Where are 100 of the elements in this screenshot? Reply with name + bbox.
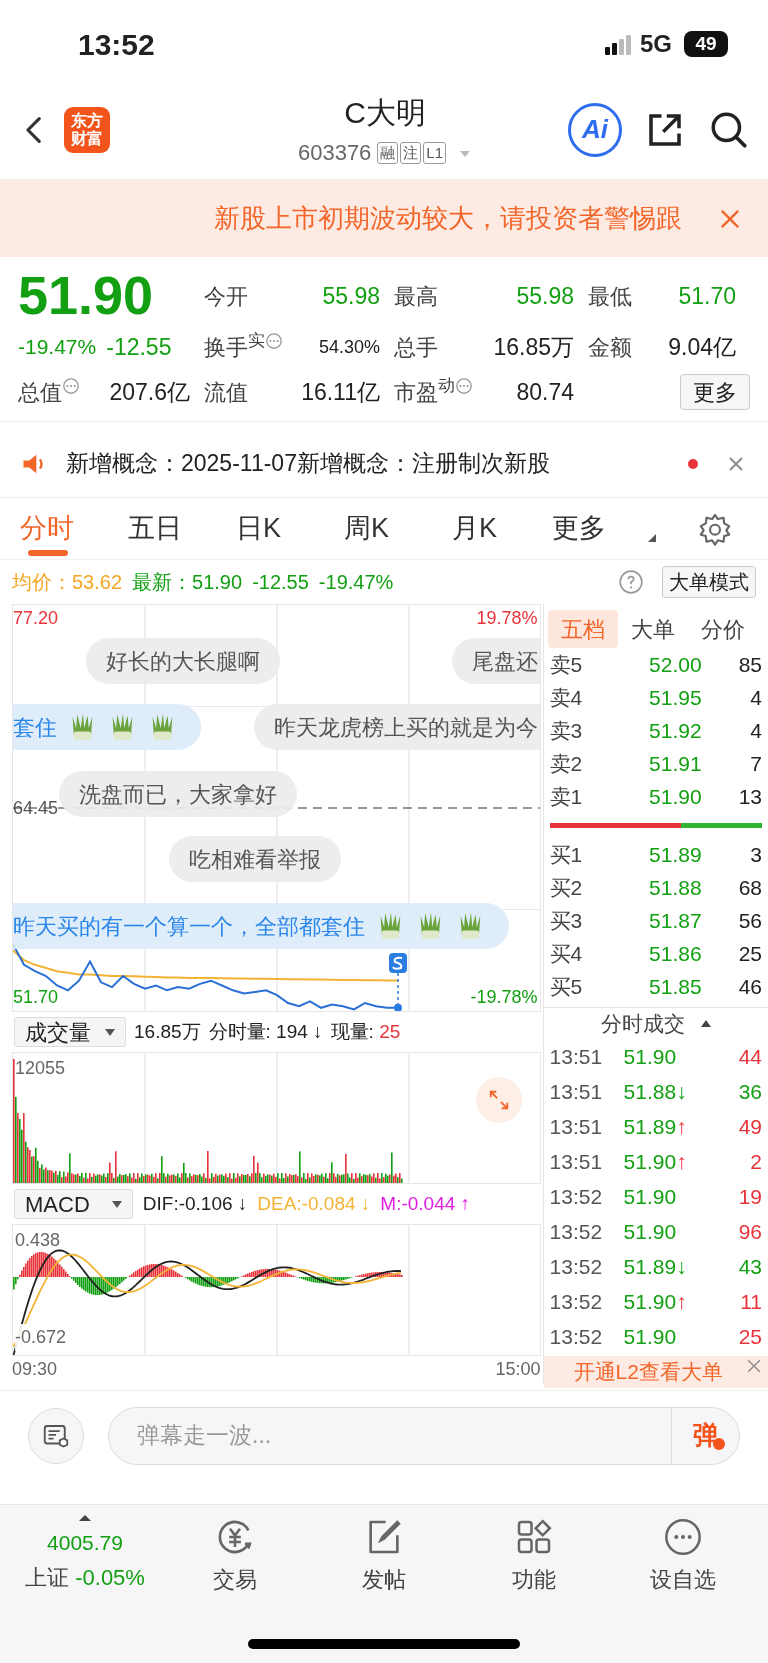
trade-volume: 44 [738,1043,762,1070]
caret-icon [105,1028,115,1036]
nav-item[interactable]: 交易 [160,1513,310,1605]
ai-button[interactable]: Ai [568,102,622,157]
level-price: 51.95 [648,684,702,711]
last-price: 51.90 [18,267,155,325]
axis-label: 77.20 [13,607,59,630]
settings-icon[interactable] [698,511,732,546]
trade-volume: 11 [740,1288,762,1315]
stat-value: 9.04亿 [668,332,736,362]
more-button[interactable]: 更多 [680,374,750,410]
order-book-tab[interactable]: 大单 [617,610,688,648]
stat-value: 80.74 [516,377,574,407]
comment-text: 昨天龙虎榜上买的就是为今 [273,713,538,742]
more-icon [663,1517,704,1557]
trade-volume: 25 [738,1323,762,1350]
trade-price: 51.88↓ [623,1078,687,1105]
notice-text: 新增概念：2025-11-07新增概念：注册制次新股 [66,449,550,479]
stat-label: 最高 [394,282,438,311]
trade-time: 13:52 [549,1253,604,1280]
current-volume: 现量: 25 [330,1019,401,1044]
chart-tab[interactable]: 日K [236,497,344,560]
stat-value: 16.11亿 [301,377,380,407]
level-label: 买4 [549,940,584,967]
badge: 融 [377,141,399,164]
stat-value: 55.98 [516,281,574,311]
level-price: 51.89 [648,841,702,868]
trade-price: 51.89↓ [623,1253,687,1280]
order-book-tab[interactable]: 分价 [687,610,758,648]
axis-label: -19.78% [470,986,538,1009]
change-percent: -19.47% [318,570,394,595]
trade-time: 13:51 [549,1043,604,1070]
stat-label: 流值 [204,378,248,407]
level-label: 卖1 [549,783,584,810]
comment-text: 洗盘而已，大家拿好 [79,780,277,809]
level-price: 51.86 [648,940,702,967]
ellipsis-circle-icon[interactable] [455,377,473,395]
stat-value: 55.98 [322,281,380,311]
chart-tab[interactable]: 更多 [552,497,662,560]
ellipsis-circle-icon[interactable] [265,332,283,350]
help-icon[interactable] [618,569,644,595]
trade-volume: 49 [738,1113,762,1140]
trade-volume: 96 [738,1218,762,1245]
index-button[interactable]: 4005.79 上证 -0.05% [10,1513,160,1605]
trade-price: 51.89↑ [623,1113,687,1140]
latest-price: 最新：51.90 [132,570,243,595]
level-price: 51.87 [648,907,702,934]
marker-icon[interactable] [389,953,407,1011]
stat-label: 换手$^{实}$ [204,330,265,362]
expand-button[interactable] [475,1077,522,1123]
trade-time: 13:52 [549,1323,604,1350]
stock-title: C大明 [344,95,426,131]
signal-icon [604,33,632,55]
comment-text: 吃相难看举报 [189,845,321,874]
axis-label: 64.45 [13,797,59,819]
stat-value: 54.30% [318,335,380,359]
stat-value: 16.85万 [493,332,574,362]
level-price: 51.88 [648,874,702,901]
trade-price: 51.90↑ [623,1288,687,1315]
axis-label: 15:00 [495,1357,541,1381]
network-label: 5G [640,29,672,59]
trade-volume: 43 [738,1253,762,1280]
axis-label: 19.78% [476,607,538,630]
level-label: 卖5 [549,651,584,678]
trade-time: 13:52 [549,1218,604,1245]
stat-label: 总手 [394,333,438,362]
badge: 注 [400,141,422,164]
nav-item[interactable]: 发帖 [309,1513,459,1605]
comment-text: 昨天买的有一个算一个，全部都套住 [13,912,365,941]
ellipsis-circle-icon[interactable] [62,377,80,395]
indicator-selector[interactable]: MACD [14,1189,133,1219]
dea-value: DEA:-0.084 ↓ [257,1191,371,1216]
change-amount: -12.55 [106,332,172,362]
chart-tab[interactable]: 周K [344,497,452,560]
level-volume: 4 [750,684,762,711]
trade-time: 13:51 [549,1148,604,1175]
chart-tab[interactable]: 月K [452,497,552,560]
level-volume: 25 [738,940,762,967]
level-volume: 13 [738,783,762,810]
level-label: 卖4 [549,684,584,711]
nav-item[interactable]: 设自选 [608,1513,758,1605]
level-label: 买1 [549,841,584,868]
nav-item[interactable]: 功能 [459,1513,609,1605]
axis-label: 12055 [15,1057,66,1080]
indicator-selector[interactable]: 成交量 [14,1017,126,1047]
logo-text: 东方 [71,111,103,130]
trend-arrow: ↓ [676,1079,687,1103]
change-percent: -19.47% [18,334,97,361]
trade-price: 51.90 [623,1323,677,1350]
trade-price: 51.90↑ [623,1148,687,1175]
level-price: 51.91 [648,750,702,777]
trade-price: 51.90 [623,1218,677,1245]
axis-label: 51.70 [13,986,59,1009]
level-label: 买5 [549,973,584,1000]
trade-volume: 36 [738,1078,762,1105]
level-volume: 68 [738,874,762,901]
caret-icon[interactable] [700,1020,711,1027]
big-order-mode-button[interactable]: 大单模式 [662,566,756,598]
chart-tab[interactable]: 五日 [128,497,236,560]
level-price: 52.00 [648,651,702,678]
